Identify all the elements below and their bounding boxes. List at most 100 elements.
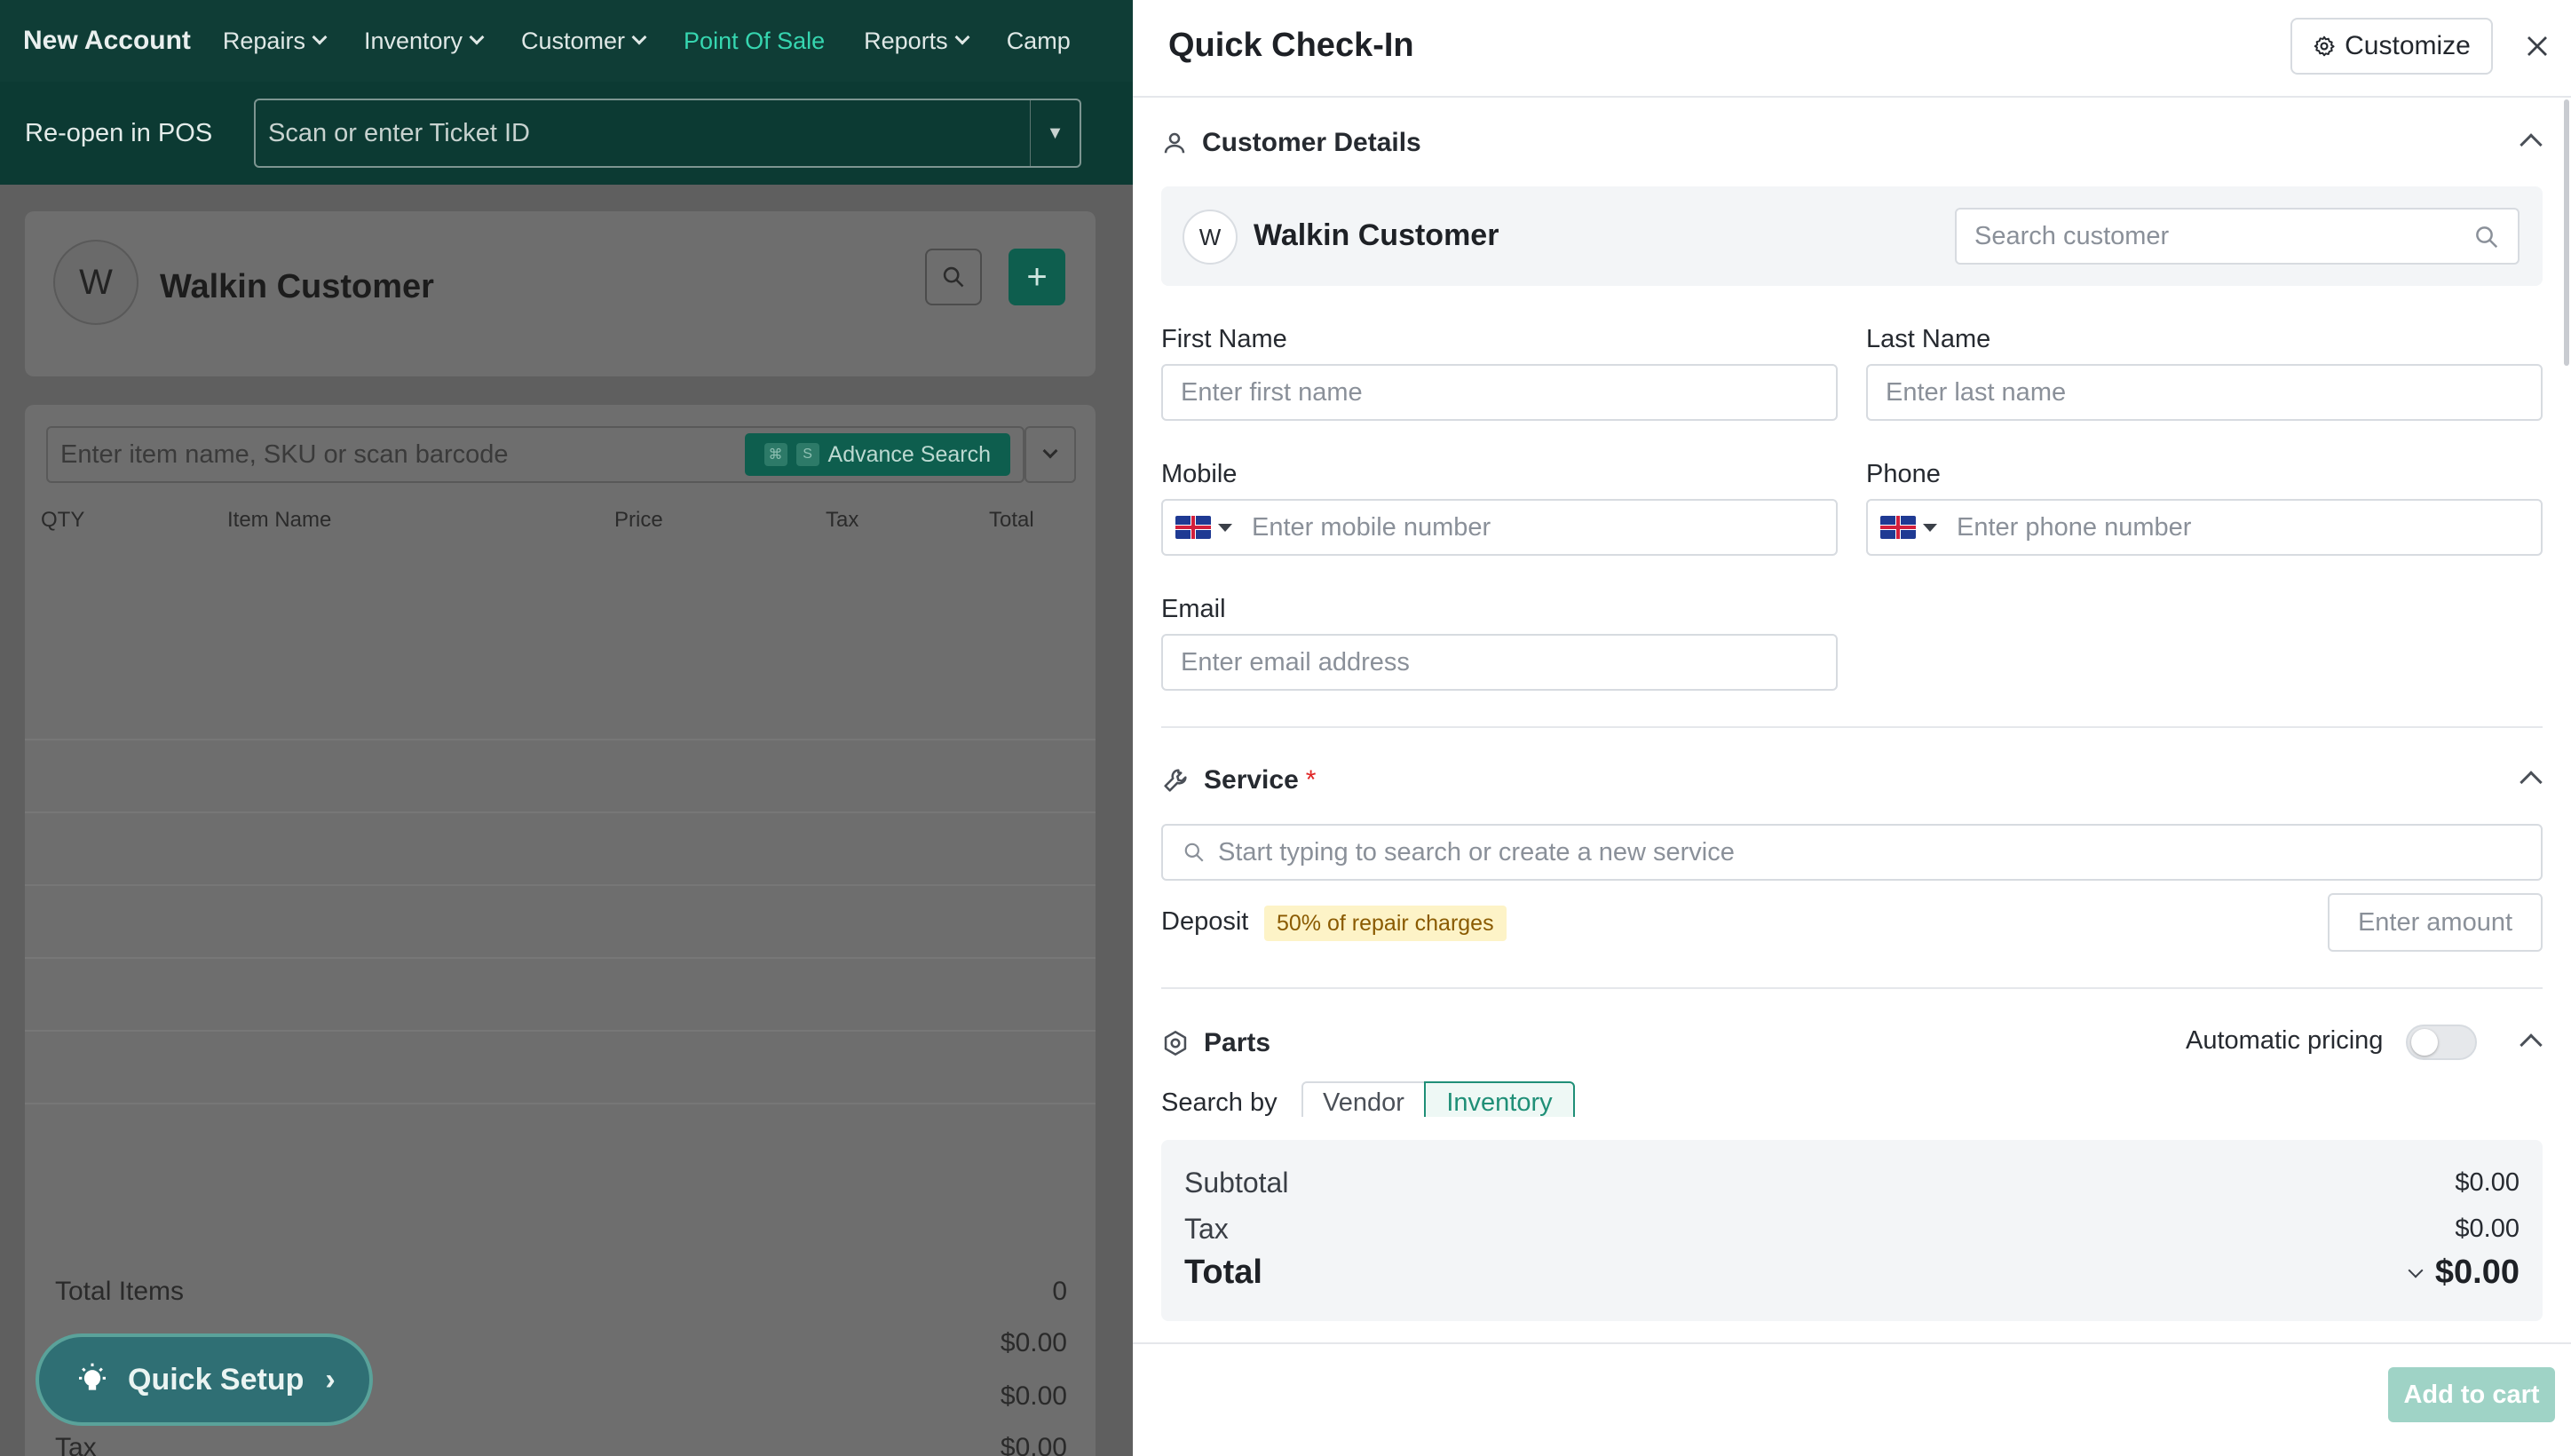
pos-main: W Walkin Customer + Enter item name, SKU…	[0, 185, 1133, 1456]
phone-input[interactable]: Enter phone number	[1866, 499, 2543, 556]
customize-label: Customize	[2345, 31, 2471, 60]
service-search-input[interactable]: Start typing to search or create a new s…	[1161, 824, 2543, 881]
search-icon	[943, 266, 964, 288]
caret-down-icon	[1218, 523, 1232, 532]
chevron-down-icon	[312, 29, 328, 45]
gear-icon	[2314, 36, 2335, 57]
total-label: Total	[1184, 1254, 1262, 1291]
search-customer-input[interactable]: Search customer	[1955, 208, 2520, 265]
amount-placeholder: Enter amount	[2357, 907, 2513, 937]
caret-down-icon	[1923, 523, 1937, 532]
deposit-amount-input[interactable]: Enter amount	[2328, 893, 2543, 952]
total-items-row: Total Items 0	[55, 1277, 1067, 1307]
customer-details-header[interactable]: Customer Details	[1161, 121, 2543, 165]
last-name-input[interactable]: Enter last name	[1866, 364, 2543, 421]
tax-label: Tax	[55, 1433, 97, 1456]
email-placeholder: Enter email address	[1181, 647, 1410, 677]
add-to-cart-button[interactable]: Add to cart	[2388, 1367, 2555, 1422]
dropdown-arrow-icon[interactable]: ▼	[1030, 100, 1080, 166]
service-search-placeholder: Start typing to search or create a new s…	[1218, 837, 1735, 866]
close-button[interactable]	[2514, 21, 2560, 71]
order-summary: Subtotal $0.00 Tax $0.00 Total $0.00	[1161, 1140, 2543, 1321]
chevron-up-icon[interactable]	[2520, 771, 2543, 794]
mobile-input[interactable]: Enter mobile number	[1161, 499, 1838, 556]
subtotal-label: Subtotal	[1184, 1167, 1289, 1199]
phone-label: Phone	[1866, 460, 1941, 488]
tax-value: $0.00	[1000, 1433, 1067, 1456]
wrench-icon	[1164, 769, 1187, 792]
search-options-dropdown[interactable]	[1024, 426, 1076, 483]
tax-row: Tax $0.00	[1184, 1213, 2520, 1246]
section-divider	[1161, 987, 2543, 989]
nav-campaigns[interactable]: Camp	[1007, 28, 1071, 55]
column-header: Price	[614, 508, 663, 532]
user-icon	[1164, 132, 1185, 154]
items-card: Enter item name, SKU or scan barcode ⌘ S…	[25, 405, 1096, 1364]
automatic-pricing-label: Automatic pricing	[2186, 1026, 2384, 1055]
nav-label: Customer	[521, 27, 626, 54]
tax-row: Tax $0.00	[55, 1433, 1067, 1456]
nav-reports[interactable]: Reports	[864, 28, 970, 55]
chevron-down-icon[interactable]	[2408, 1262, 2424, 1278]
totals-value: $0.00	[1000, 1328, 1067, 1357]
avatar: W	[53, 240, 138, 325]
subtotal-row: Subtotal $0.00	[1184, 1167, 2520, 1199]
email-label: Email	[1161, 595, 1226, 623]
advance-search-button[interactable]: ⌘ S Advance Search	[744, 433, 1010, 476]
ticket-id-select[interactable]: Scan or enter Ticket ID ▼	[254, 99, 1081, 168]
nav-label: Camp	[1006, 27, 1071, 54]
scrollbar[interactable]	[2564, 99, 2569, 366]
chevron-up-icon[interactable]	[2520, 1033, 2543, 1056]
item-search-placeholder: Enter item name, SKU or scan barcode	[60, 439, 509, 469]
total-value-wrap[interactable]: $0.00	[2408, 1254, 2520, 1292]
quick-setup-button[interactable]: Quick Setup ›	[36, 1333, 373, 1426]
nav-customer[interactable]: Customer	[521, 27, 647, 55]
section-divider	[1161, 726, 2543, 728]
automatic-pricing-toggle[interactable]	[2406, 1025, 2477, 1060]
search-by-label: Search by	[1161, 1088, 1278, 1117]
chevron-down-icon	[1042, 443, 1058, 459]
item-search-input[interactable]: Enter item name, SKU or scan barcode ⌘ S…	[46, 426, 1024, 483]
chevron-down-icon	[469, 29, 485, 45]
country-code-select[interactable]	[1880, 516, 1937, 539]
table-row	[25, 1030, 1096, 1032]
nav-repairs[interactable]: Repairs	[223, 28, 328, 55]
deposit-label: Deposit	[1161, 907, 1249, 936]
table-row	[25, 1103, 1096, 1104]
nav-label: Point Of Sale	[684, 27, 826, 54]
total-value: $0.00	[2434, 1254, 2520, 1291]
search-icon	[1184, 843, 1204, 862]
drawer-header: Quick Check-In Customize	[1133, 0, 2571, 98]
chevron-up-icon[interactable]	[2520, 133, 2543, 156]
customize-button[interactable]: Customize	[2290, 18, 2493, 75]
last-name-label: Last Name	[1866, 325, 1991, 353]
email-input[interactable]: Enter email address	[1161, 634, 1838, 691]
brand-link[interactable]: New Account	[23, 26, 191, 56]
search-customer-button[interactable]	[925, 249, 982, 305]
close-icon	[2527, 36, 2547, 56]
tax-value: $0.00	[2455, 1215, 2520, 1243]
search-by-vendor[interactable]: Vendor	[1301, 1081, 1426, 1117]
avatar: W	[1183, 210, 1238, 265]
ticket-placeholder: Scan or enter Ticket ID	[268, 118, 530, 147]
chevron-right-icon: ›	[325, 1362, 336, 1397]
country-code-select[interactable]	[1175, 516, 1232, 539]
nav-point-of-sale[interactable]: Point Of Sale	[684, 28, 825, 55]
service-header[interactable]: Service *	[1161, 758, 2543, 803]
search-by-inventory[interactable]: Inventory	[1424, 1081, 1575, 1117]
table-row	[25, 884, 1096, 886]
advance-search-label: Advance Search	[827, 441, 991, 467]
first-name-input[interactable]: Enter first name	[1161, 364, 1838, 421]
totals-value: $0.00	[1000, 1381, 1067, 1411]
nav-inventory[interactable]: Inventory	[364, 28, 485, 55]
subtotal-value: $0.00	[2455, 1168, 2520, 1197]
add-customer-button[interactable]: +	[1009, 249, 1065, 305]
total-items-value: 0	[1052, 1277, 1067, 1306]
drawer-body[interactable]: Customer Details W Walkin Customer Searc…	[1133, 98, 2571, 1117]
mobile-placeholder: Enter mobile number	[1252, 512, 1491, 542]
chevron-down-icon	[954, 29, 970, 45]
first-name-placeholder: Enter first name	[1181, 377, 1363, 407]
section-title: Service	[1204, 765, 1299, 795]
table-row	[25, 811, 1096, 813]
shortcut-key: ⌘	[763, 443, 787, 466]
